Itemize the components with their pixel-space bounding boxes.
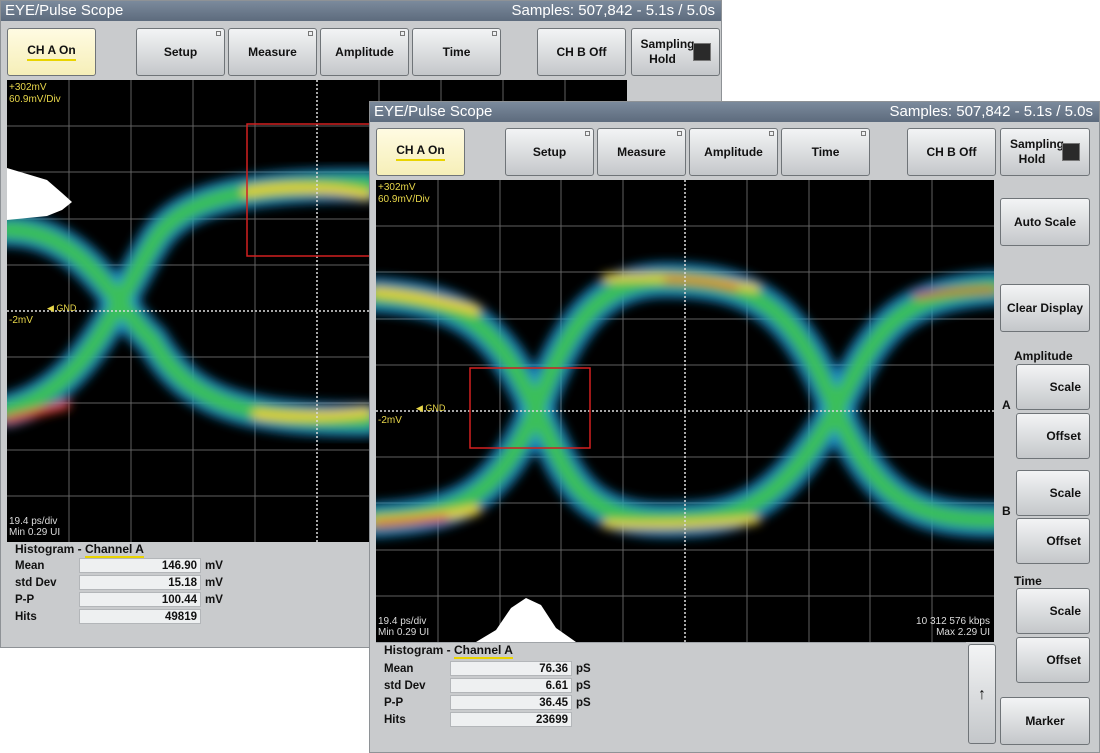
time-offset-button[interactable]: Offset [1016,637,1090,683]
back-gnd-marker: ◀ GND [47,303,77,313]
front-window-title: EYE/Pulse Scope [374,103,493,120]
front-sampling-hold-button[interactable]: Sampling Hold [1000,128,1090,176]
front-samples-readout: Samples: 507,842 - 5.1s / 5.0s [889,103,1093,120]
back-samples-readout: Samples: 507,842 - 5.1s / 5.0s [511,2,715,19]
back-time-button[interactable]: Time [412,28,501,76]
time-section-label: Time [1014,574,1042,588]
front-measure-button[interactable]: Measure [597,128,686,176]
back-hist-row-pp: P-P 100.44 mV [15,592,223,607]
channel-b-marker: B [1002,504,1011,518]
front-amplitude-button[interactable]: Amplitude [689,128,778,176]
back-scale-readout: +302mV 60.9mV/Div [9,82,61,105]
back-measure-button[interactable]: Measure [228,28,317,76]
back-titlebar: EYE/Pulse Scope Samples: 507,842 - 5.1s … [1,1,721,21]
front-scale-readout: +302mV 60.9mV/Div [378,182,430,205]
histogram-scroll-button[interactable]: ↑ [968,644,996,744]
front-hist-row-hits: Hits 23699 [384,712,614,729]
front-eye-diagram-display[interactable]: +302mV 60.9mV/Div ◀ GND -2mV 19.4 ps/div M… [376,180,994,642]
front-bitrate-readout: 10 312 576 kbps Max 2.29 UI [916,616,990,638]
front-titlebar: EYE/Pulse Scope Samples: 507,842 - 5.1s … [370,102,1099,122]
back-level-readout: -2mV [9,315,33,326]
front-histogram-title: Histogram - Channel A [384,643,513,659]
amplitude-section-label: Amplitude [1014,349,1073,363]
front-level-readout: -2mV [378,415,402,426]
back-hist-row-stddev: std Dev 15.18 mV [15,575,223,590]
front-scope-window: EYE/Pulse Scope Samples: 507,842 - 5.1s … [369,101,1100,753]
clear-display-button[interactable]: Clear Display [1000,284,1090,332]
back-window-title: EYE/Pulse Scope [5,2,124,19]
channel-a-marker: A [1002,398,1011,412]
back-ch-b-button[interactable]: CH B Off [537,28,626,76]
front-time-button[interactable]: Time [781,128,870,176]
front-histogram-panel: Histogram - Channel A Mean 76.36 pS std … [376,642,966,751]
front-setup-button[interactable]: Setup [505,128,594,176]
front-hist-row-mean: Mean 76.36 pS [384,661,591,676]
back-timebase-readout: 19.4 ps/div Min 0.29 UI [9,516,61,538]
marker-button[interactable]: Marker [1000,697,1090,745]
front-gnd-marker: ◀ GND [416,403,446,413]
amplitude-a-scale-button[interactable]: Scale [1016,364,1090,410]
front-ch-b-button[interactable]: CH B Off [907,128,996,176]
front-eye-plot [376,180,994,642]
time-scale-button[interactable]: Scale [1016,588,1090,634]
amplitude-b-scale-button[interactable]: Scale [1016,470,1090,516]
back-hist-row-hits: Hits 49819 [15,609,245,626]
auto-scale-button[interactable]: Auto Scale [1000,198,1090,246]
front-ch-a-button[interactable]: CH A On [376,128,465,176]
front-hist-row-stddev: std Dev 6.61 pS [384,678,591,693]
front-hist-row-pp: P-P 36.45 pS [384,695,591,710]
back-sampling-hold-button[interactable]: Sampling Hold [631,28,720,76]
back-histogram-title: Histogram - Channel A [15,542,144,558]
amplitude-b-offset-button[interactable]: Offset [1016,518,1090,564]
back-histogram-panel: Histogram - Channel A Mean 146.90 mV std… [7,542,367,646]
front-hold-indicator [1062,143,1080,161]
back-hist-row-mean: Mean 146.90 mV [15,558,223,573]
back-ch-a-button[interactable]: CH A On [7,28,96,76]
hold-indicator [692,43,711,61]
back-amplitude-button[interactable]: Amplitude [320,28,409,76]
amplitude-a-offset-button[interactable]: Offset [1016,413,1090,459]
front-timebase-readout: 19.4 ps/div Min 0.29 UI [378,616,430,638]
back-setup-button[interactable]: Setup [136,28,225,76]
